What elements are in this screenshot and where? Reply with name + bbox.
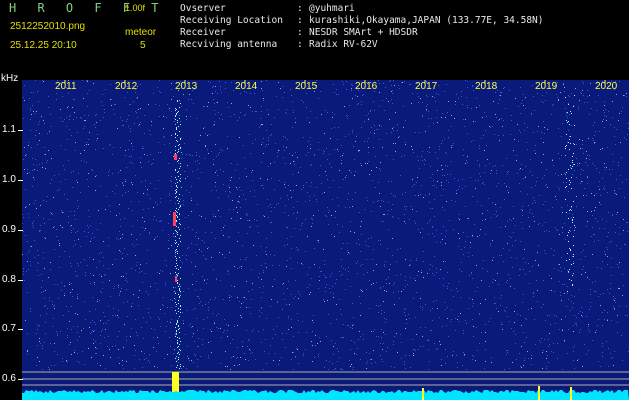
spectrogram-speckle — [22, 80, 627, 370]
echo-band — [175, 100, 181, 369]
y-tick-mark — [18, 280, 23, 281]
y-tick-mark — [18, 130, 23, 131]
meteor-count: 5 — [140, 40, 146, 51]
y-tick-label: 0.6 — [2, 373, 16, 384]
signal-spike — [570, 387, 572, 400]
info-row-antenna: Recviving antenna: Radix RV-62V — [180, 39, 378, 51]
info-key: Receiver — [180, 27, 226, 38]
info-row-receiver: Receiver: NESDR SMArt + HDSDR — [180, 27, 418, 39]
spectrogram-noise — [22, 80, 629, 370]
meteor-echo — [174, 154, 177, 160]
meteor-echo — [173, 212, 176, 226]
x-tick-label: 2013 — [175, 81, 198, 92]
version-label: 1.00f — [125, 3, 146, 13]
x-tick-label: 2016 — [355, 81, 378, 92]
y-tick-label: 1.0 — [2, 174, 16, 185]
signal-spike — [422, 388, 424, 400]
echo-band-2 — [565, 95, 575, 292]
y-tick-label: 1.1 — [2, 124, 16, 135]
meteor-echo — [175, 276, 177, 282]
info-row-observer: Ovserver: @yuhmari — [180, 3, 355, 15]
info-sep: : — [297, 27, 303, 38]
info-key: Receiving Location — [180, 15, 283, 26]
x-tick-label: 2011 — [55, 81, 77, 92]
mode-label: meteor — [125, 27, 157, 38]
info-value: @yuhmari — [309, 3, 355, 14]
info-value: NESDR SMArt + HDSDR — [309, 27, 418, 38]
spectrogram — [22, 80, 629, 400]
y-tick-mark — [18, 329, 23, 330]
info-value: Radix RV-62V — [309, 39, 378, 50]
x-tick-label: 2017 — [415, 81, 438, 92]
info-sep: : — [297, 39, 303, 50]
y-axis-unit: kHz — [1, 73, 19, 84]
x-tick-label: 2014 — [235, 81, 258, 92]
y-tick-mark — [18, 180, 23, 181]
x-tick-label: 2020 — [595, 81, 618, 92]
x-tick-label: 2018 — [475, 81, 498, 92]
y-tick-label: 0.9 — [2, 224, 16, 235]
filename-label: 2512252010.png — [10, 21, 86, 32]
info-sep: : — [297, 3, 303, 14]
baseline-noise — [22, 390, 629, 400]
info-sep: : — [297, 15, 303, 26]
y-tick-mark — [18, 230, 23, 231]
y-tick-mark — [18, 379, 23, 380]
signal-spike — [538, 386, 540, 400]
info-key: Ovserver — [180, 3, 226, 14]
x-tick-label: 2012 — [115, 81, 138, 92]
y-tick-label: 0.7 — [2, 323, 16, 334]
header-panel: H R O F F T 1.00f 2512252010.png 25.12.2… — [0, 0, 629, 77]
info-key: Recviving antenna — [180, 39, 278, 50]
x-tick-label: 2019 — [535, 81, 558, 92]
info-value: kurashiki,Okayama,JAPAN (133.77E, 34.58N… — [309, 15, 544, 26]
spectrogram-canvas — [22, 80, 629, 400]
y-tick-label: 0.8 — [2, 274, 16, 285]
datetime-label: 25.12.25 20:10 — [10, 40, 77, 51]
x-tick-label: 2015 — [295, 81, 318, 92]
info-row-location: Receiving Location: kurashiki,Okayama,JAP… — [180, 15, 544, 27]
